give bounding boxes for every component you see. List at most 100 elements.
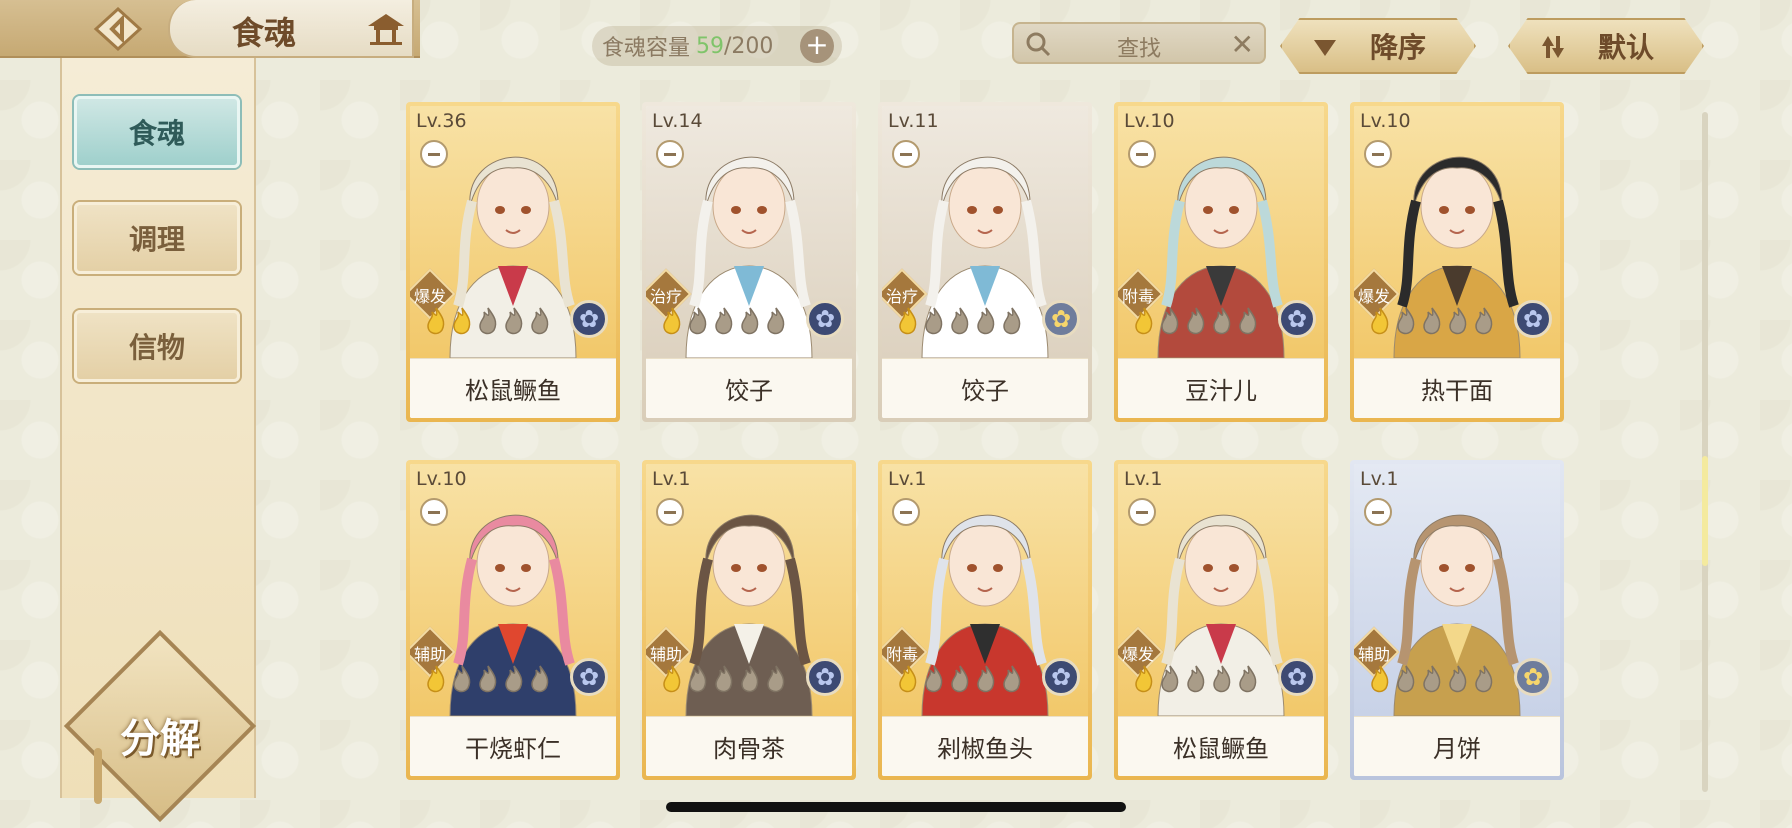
- star-rating: [896, 664, 1024, 694]
- star-flame-empty-icon: [767, 665, 785, 693]
- card-inner: Lv.10 辅助 干烧虾仁: [410, 464, 616, 776]
- card-level: Lv.1: [888, 468, 927, 490]
- card-level: Lv.11: [888, 110, 939, 132]
- card-name-bar: 热干面: [1354, 358, 1560, 418]
- scrollbar-track[interactable]: [1702, 112, 1708, 792]
- star-flame-empty-icon: [531, 307, 549, 335]
- star-flame-empty-icon: [1213, 665, 1231, 693]
- star-rating: [1132, 664, 1260, 694]
- star-flame-empty-icon: [689, 665, 707, 693]
- bowl-icon: [656, 498, 684, 526]
- star-flame-empty-icon: [1475, 665, 1493, 693]
- star-flame-empty-icon: [1423, 307, 1441, 335]
- sort-mode-label: 默认: [1597, 31, 1654, 64]
- star-rating: [1368, 306, 1496, 336]
- star-flame-empty-icon: [1239, 665, 1257, 693]
- card-name-bar: 肉骨茶: [646, 716, 852, 776]
- food-soul-card[interactable]: Lv.36 爆发 松鼠鳜鱼: [406, 102, 620, 422]
- back-button[interactable]: [82, 4, 154, 54]
- star-flame-empty-icon: [951, 307, 969, 335]
- card-level: Lv.1: [652, 468, 691, 490]
- role-label: 治疗: [885, 287, 918, 306]
- card-name: 剁椒鱼头: [937, 735, 1033, 763]
- flower-element-icon: [1042, 300, 1080, 338]
- star-flame-empty-icon: [1161, 307, 1179, 335]
- sidebar-item-food-souls[interactable]: 食魂: [74, 96, 240, 168]
- star-flame-empty-icon: [479, 665, 497, 693]
- star-flame-empty-icon: [453, 665, 471, 693]
- food-soul-card[interactable]: Lv.10 附毒 豆汁儿: [1114, 102, 1328, 422]
- star-flame-empty-icon: [715, 665, 733, 693]
- sidebar-item-tokens[interactable]: 信物: [74, 310, 240, 382]
- sort-order-button[interactable]: 降序: [1280, 18, 1476, 74]
- star-flame-filled-icon: [663, 307, 681, 335]
- sidebar-item-conditioning[interactable]: 调理: [74, 202, 240, 274]
- back-arrow-icon: [93, 7, 143, 51]
- flower-element-icon: [1042, 658, 1080, 696]
- food-soul-grid: Lv.36 爆发 松鼠鳜鱼: [406, 102, 1564, 780]
- card-level: Lv.10: [1360, 110, 1411, 132]
- role-label: 爆发: [1357, 287, 1390, 306]
- star-flame-empty-icon: [925, 307, 943, 335]
- bowl-icon: [1128, 140, 1156, 168]
- flower-element-icon: [570, 658, 608, 696]
- card-name: 月饼: [1433, 735, 1481, 763]
- star-flame-empty-icon: [951, 665, 969, 693]
- star-flame-empty-icon: [741, 307, 759, 335]
- star-flame-empty-icon: [715, 307, 733, 335]
- star-flame-empty-icon: [1239, 307, 1257, 335]
- food-soul-card[interactable]: Lv.14 治疗 饺子: [642, 102, 856, 422]
- card-inner: Lv.1 附毒 剁椒鱼头: [882, 464, 1088, 776]
- card-name: 热干面: [1421, 377, 1493, 405]
- card-level: Lv.14: [652, 110, 703, 132]
- card-level: Lv.1: [1360, 468, 1399, 490]
- star-flame-empty-icon: [505, 665, 523, 693]
- bowl-icon: [1364, 498, 1392, 526]
- search-placeholder: 查找: [1116, 37, 1161, 62]
- sidebar-item-label: 食魂: [128, 117, 185, 150]
- food-soul-card[interactable]: Lv.1 爆发 松鼠鳜鱼: [1114, 460, 1328, 780]
- flower-element-icon: [570, 300, 608, 338]
- card-inner: Lv.11 治疗 饺子: [882, 106, 1088, 418]
- star-rating: [1132, 306, 1260, 336]
- role-label: 爆发: [1121, 645, 1154, 664]
- food-soul-card[interactable]: Lv.1 附毒 剁椒鱼头: [878, 460, 1092, 780]
- card-inner: Lv.1 辅助 月饼: [1354, 464, 1560, 776]
- flower-element-icon: [1514, 658, 1552, 696]
- capacity-add-button[interactable]: +: [800, 29, 834, 63]
- card-inner: Lv.14 治疗 饺子: [646, 106, 852, 418]
- star-flame-filled-icon: [1371, 307, 1389, 335]
- star-flame-empty-icon: [689, 307, 707, 335]
- role-label: 爆发: [413, 287, 446, 306]
- card-name-bar: 豆汁儿: [1118, 358, 1324, 418]
- card-name: 肉骨茶: [713, 735, 785, 763]
- food-soul-card[interactable]: Lv.1 辅助 肉骨茶: [642, 460, 856, 780]
- scrollbar-thumb[interactable]: [1702, 456, 1708, 566]
- star-flame-empty-icon: [531, 665, 549, 693]
- sidebar-item-label: 调理: [128, 223, 185, 256]
- food-soul-card[interactable]: Lv.10 辅助 干烧虾仁: [406, 460, 620, 780]
- food-soul-card[interactable]: Lv.11 治疗 饺子: [878, 102, 1092, 422]
- capacity-current: 59: [696, 33, 725, 59]
- card-name: 饺子: [961, 377, 1009, 405]
- pavilion-icon[interactable]: [366, 12, 406, 46]
- sidebar: 食魂 调理 信物 分解: [60, 58, 257, 823]
- star-flame-empty-icon: [1397, 665, 1415, 693]
- capacity-display: 食魂容量 59 /200 +: [592, 26, 842, 66]
- star-flame-filled-icon: [899, 665, 917, 693]
- decompose-button[interactable]: [63, 629, 257, 823]
- card-inner: Lv.1 辅助 肉骨茶: [646, 464, 852, 776]
- card-name-bar: 饺子: [882, 358, 1088, 418]
- role-label: 附毒: [1121, 287, 1154, 306]
- star-flame-filled-icon: [899, 307, 917, 335]
- star-flame-filled-icon: [453, 307, 471, 335]
- card-name: 松鼠鳜鱼: [1173, 735, 1269, 763]
- food-soul-card[interactable]: Lv.10 爆发 热干面: [1350, 102, 1564, 422]
- food-soul-card[interactable]: Lv.1 辅助 月饼: [1350, 460, 1564, 780]
- sort-mode-button[interactable]: 默认: [1508, 18, 1704, 74]
- search-input[interactable]: 查找 ✕: [1012, 22, 1266, 64]
- card-level: Lv.10: [416, 468, 467, 490]
- clear-search-icon[interactable]: ✕: [1231, 28, 1254, 61]
- flower-element-icon: [806, 658, 844, 696]
- card-level: Lv.10: [1124, 110, 1175, 132]
